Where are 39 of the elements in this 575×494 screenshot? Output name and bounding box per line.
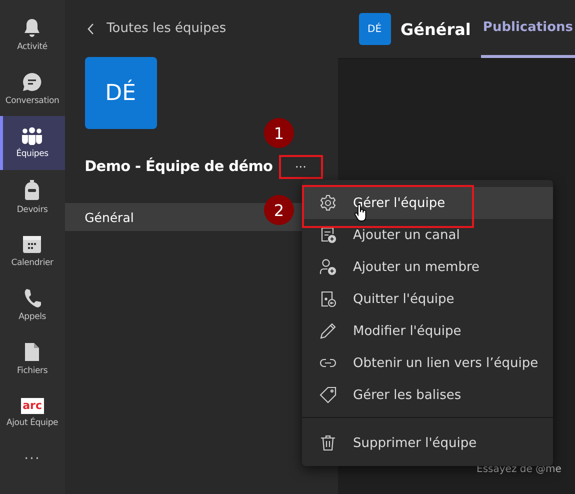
menu-item[interactable]: Gérer les balises — [302, 379, 553, 411]
back-link[interactable]: Toutes les équipes — [86, 20, 226, 37]
channel-avatar: DÉ — [358, 13, 391, 45]
app-bar-item[interactable]: Conversation — [0, 62, 65, 116]
app-bar-item[interactable]: Devoirs — [0, 170, 65, 224]
tag-icon — [319, 386, 337, 404]
app-bar-item[interactable]: Appels — [0, 278, 65, 332]
pencil-icon — [319, 322, 337, 340]
channel-add-icon — [319, 226, 337, 244]
file-icon — [24, 342, 40, 362]
more-options-button[interactable]: ··· — [280, 157, 321, 177]
chevron-left-icon — [86, 22, 95, 34]
tab[interactable]: Publications — [480, 0, 575, 58]
trash-icon — [319, 434, 337, 452]
phone-icon — [23, 288, 42, 308]
calendar-icon — [22, 234, 42, 254]
menu-item[interactable]: Gérer l'équipe — [302, 187, 553, 219]
leave-icon — [319, 290, 337, 308]
menu-item[interactable]: Obtenir un lien vers l’équipe — [302, 347, 553, 379]
app-bar-item[interactable]: Activité — [0, 8, 65, 62]
backpack-icon — [23, 179, 42, 201]
channel-title: Général — [400, 20, 471, 38]
people-icon — [21, 127, 44, 145]
menu-item[interactable]: Modifier l'équipe — [302, 315, 553, 347]
app-bar-item[interactable]: arc Ajout Équipe — [0, 386, 65, 440]
app-bar-item[interactable]: Équipes — [0, 116, 65, 170]
app-bar-item[interactable]: Calendrier — [0, 224, 65, 278]
bell-icon — [23, 18, 42, 38]
gear-icon — [319, 194, 337, 212]
menu-item[interactable]: Quitter l'équipe — [302, 283, 553, 315]
team-avatar: DÉ — [84, 57, 157, 129]
chat-icon — [22, 72, 42, 92]
app-logo: arc — [20, 398, 44, 414]
person-add-icon — [319, 258, 337, 276]
app-bar-item[interactable]: Fichiers — [0, 332, 65, 386]
team-name: Demo - Équipe de démo — [84, 159, 273, 175]
menu-item[interactable]: Supprimer l'équipe — [302, 427, 553, 459]
more-apps-button[interactable]: ··· — [18, 450, 46, 468]
menu-item[interactable]: Ajouter un membre — [302, 251, 553, 283]
